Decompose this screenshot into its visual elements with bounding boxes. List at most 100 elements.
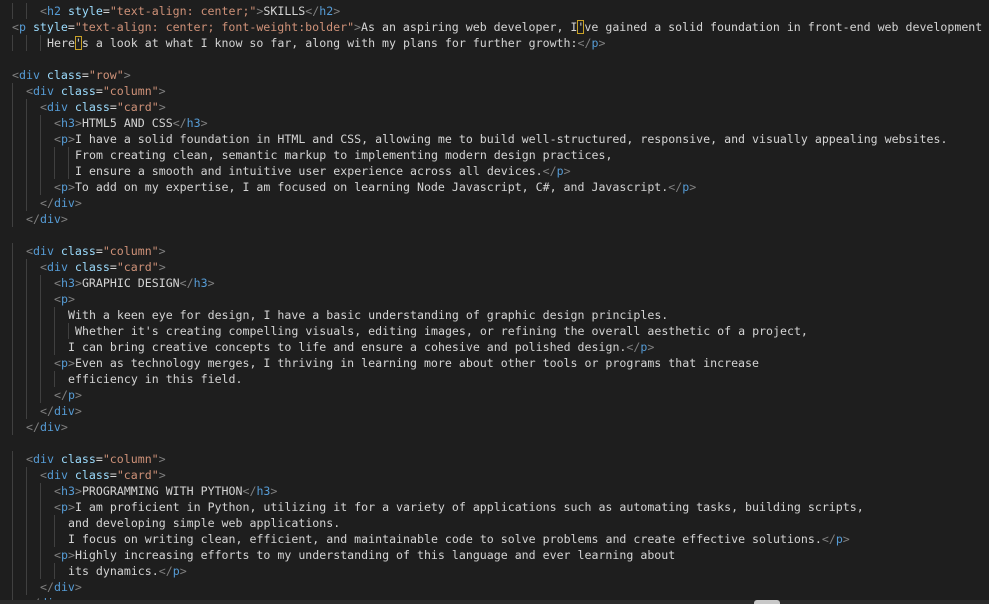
- code-line[interactable]: I ensure a smooth and intuitive user exp…: [0, 163, 989, 179]
- text-token: Here: [47, 36, 75, 50]
- indent-guide: [40, 307, 41, 323]
- code-line-content: </p>: [54, 387, 82, 403]
- code-line-content: <div class="column">: [26, 243, 166, 259]
- code-line[interactable]: <p>I am proficient in Python, utilizing …: [0, 499, 989, 515]
- tag-name: div: [46, 260, 68, 274]
- code-line[interactable]: efficiency in this field.: [0, 371, 989, 387]
- tag-name: div: [53, 404, 75, 418]
- code-line-content: <h2 style="text-align: center;">SKILLS</…: [40, 3, 340, 19]
- indent-guide: [26, 403, 27, 419]
- code-line[interactable]: <div class="card">: [0, 259, 989, 275]
- text-token: From creating clean, semantic markup to …: [75, 148, 613, 162]
- code-line[interactable]: its dynamics.</p>: [0, 563, 989, 579]
- code-line[interactable]: </div>: [0, 579, 989, 595]
- tag-bracket: <: [54, 180, 61, 194]
- tag-bracket: <: [12, 20, 19, 34]
- indent-guide: [12, 499, 13, 515]
- code-line[interactable]: <div class="column">: [0, 243, 989, 259]
- indent-guide: [40, 147, 41, 163]
- tag-bracket: <: [54, 292, 61, 306]
- text-token: I am proficient in Python, utilizing it …: [74, 500, 864, 514]
- code-line[interactable]: </div>: [0, 211, 989, 227]
- code-line[interactable]: </div>: [0, 195, 989, 211]
- indent-guide: [26, 547, 27, 563]
- code-line[interactable]: [0, 435, 989, 451]
- code-line[interactable]: <div class="row">: [0, 67, 989, 83]
- indent-guide: [40, 115, 41, 131]
- tag-bracket: <: [54, 276, 61, 290]
- tag-name: h3: [193, 276, 208, 290]
- code-line[interactable]: <h3>PROGRAMMING WITH PYTHON</h3>: [0, 483, 989, 499]
- attribute-value: "text-align: center;": [109, 4, 257, 18]
- code-line[interactable]: </p>: [0, 387, 989, 403]
- indent-guide: [26, 3, 27, 19]
- indent-guide: [26, 115, 27, 131]
- text-token: =: [109, 100, 117, 114]
- text-token: =: [67, 20, 75, 34]
- tag-bracket: <: [26, 452, 33, 466]
- code-line[interactable]: <p>: [0, 291, 989, 307]
- code-line[interactable]: <p>I have a solid foundation in HTML and…: [0, 131, 989, 147]
- code-line-content: From creating clean, semantic markup to …: [75, 147, 612, 163]
- code-line[interactable]: and developing simple web applications.: [0, 515, 989, 531]
- horizontal-scrollbar-thumb[interactable]: [754, 600, 780, 604]
- tag-bracket: >: [333, 4, 341, 18]
- text-token: =: [95, 244, 103, 258]
- code-line[interactable]: <div class="column">: [0, 83, 989, 99]
- tag-bracket: >: [158, 260, 166, 274]
- code-line[interactable]: [0, 51, 989, 67]
- code-line[interactable]: </div>: [0, 419, 989, 435]
- tag-name: div: [46, 100, 68, 114]
- code-line[interactable]: Whether it's creating compelling visuals…: [0, 323, 989, 339]
- tag-bracket: >: [60, 212, 68, 226]
- code-line[interactable]: <p style="text-align: center; font-weigh…: [0, 19, 989, 35]
- code-line[interactable]: From creating clean, semantic markup to …: [0, 147, 989, 163]
- code-lines[interactable]: <h2 style="text-align: center;">SKILLS</…: [0, 3, 989, 604]
- horizontal-scrollbar[interactable]: [0, 600, 989, 604]
- tag-bracket: >: [74, 388, 82, 402]
- attribute-name: class: [46, 68, 82, 82]
- indent-guide: [12, 515, 13, 531]
- text-token: PROGRAMMING WITH PYTHON: [81, 484, 243, 498]
- indent-guide: [12, 307, 13, 323]
- code-line[interactable]: <h3>GRAPHIC DESIGN</h3>: [0, 275, 989, 291]
- indent-guide: [12, 467, 13, 483]
- code-line[interactable]: I can bring creative concepts to life an…: [0, 339, 989, 355]
- code-line[interactable]: <h2 style="text-align: center;">SKILLS</…: [0, 3, 989, 19]
- code-line[interactable]: <div class="card">: [0, 99, 989, 115]
- code-line[interactable]: <p>To add on my expertise, I am focused …: [0, 179, 989, 195]
- code-line[interactable]: <div class="column">: [0, 451, 989, 467]
- code-line[interactable]: </div>: [0, 403, 989, 419]
- code-line[interactable]: <p>Highly increasing efforts to my under…: [0, 547, 989, 563]
- code-line[interactable]: <p>Even as technology merges, I thriving…: [0, 355, 989, 371]
- code-line-content: </div>: [40, 195, 82, 211]
- code-line[interactable]: I focus on writing clean, efficient, and…: [0, 531, 989, 547]
- text-token: =: [81, 68, 89, 82]
- code-line[interactable]: [0, 227, 989, 243]
- code-line[interactable]: <h3>HTML5 AND CSS</h3>: [0, 115, 989, 131]
- code-line[interactable]: Here's a look at what I know so far, alo…: [0, 35, 989, 51]
- tag-bracket: >: [689, 180, 697, 194]
- tag-bracket: >: [60, 420, 68, 434]
- indent-guide: [12, 259, 13, 275]
- code-line[interactable]: With a keen eye for design, I have a bas…: [0, 307, 989, 323]
- tag-bracket: >: [158, 244, 166, 258]
- code-line-content: <p style="text-align: center; font-weigh…: [12, 19, 982, 35]
- indent-guide: [40, 163, 41, 179]
- text-token: =: [109, 468, 117, 482]
- indent-guide: [12, 211, 13, 227]
- indent-guide: [40, 515, 41, 531]
- indent-guide: [54, 531, 55, 547]
- code-line-content: Whether it's creating compelling visuals…: [75, 323, 808, 339]
- code-line-content: </div>: [40, 403, 82, 419]
- indent-guide: [12, 195, 13, 211]
- text-token: efficiency in this field.: [68, 372, 243, 386]
- code-line-content: With a keen eye for design, I have a bas…: [68, 307, 668, 323]
- indent-guide: [26, 131, 27, 147]
- indent-guide: [12, 291, 13, 307]
- code-line[interactable]: <div class="card">: [0, 467, 989, 483]
- code-line-content: <p>To add on my expertise, I am focused …: [54, 179, 696, 195]
- code-line-content: I can bring creative concepts to life an…: [68, 339, 654, 355]
- code-editor[interactable]: <h2 style="text-align: center;">SKILLS</…: [0, 0, 989, 604]
